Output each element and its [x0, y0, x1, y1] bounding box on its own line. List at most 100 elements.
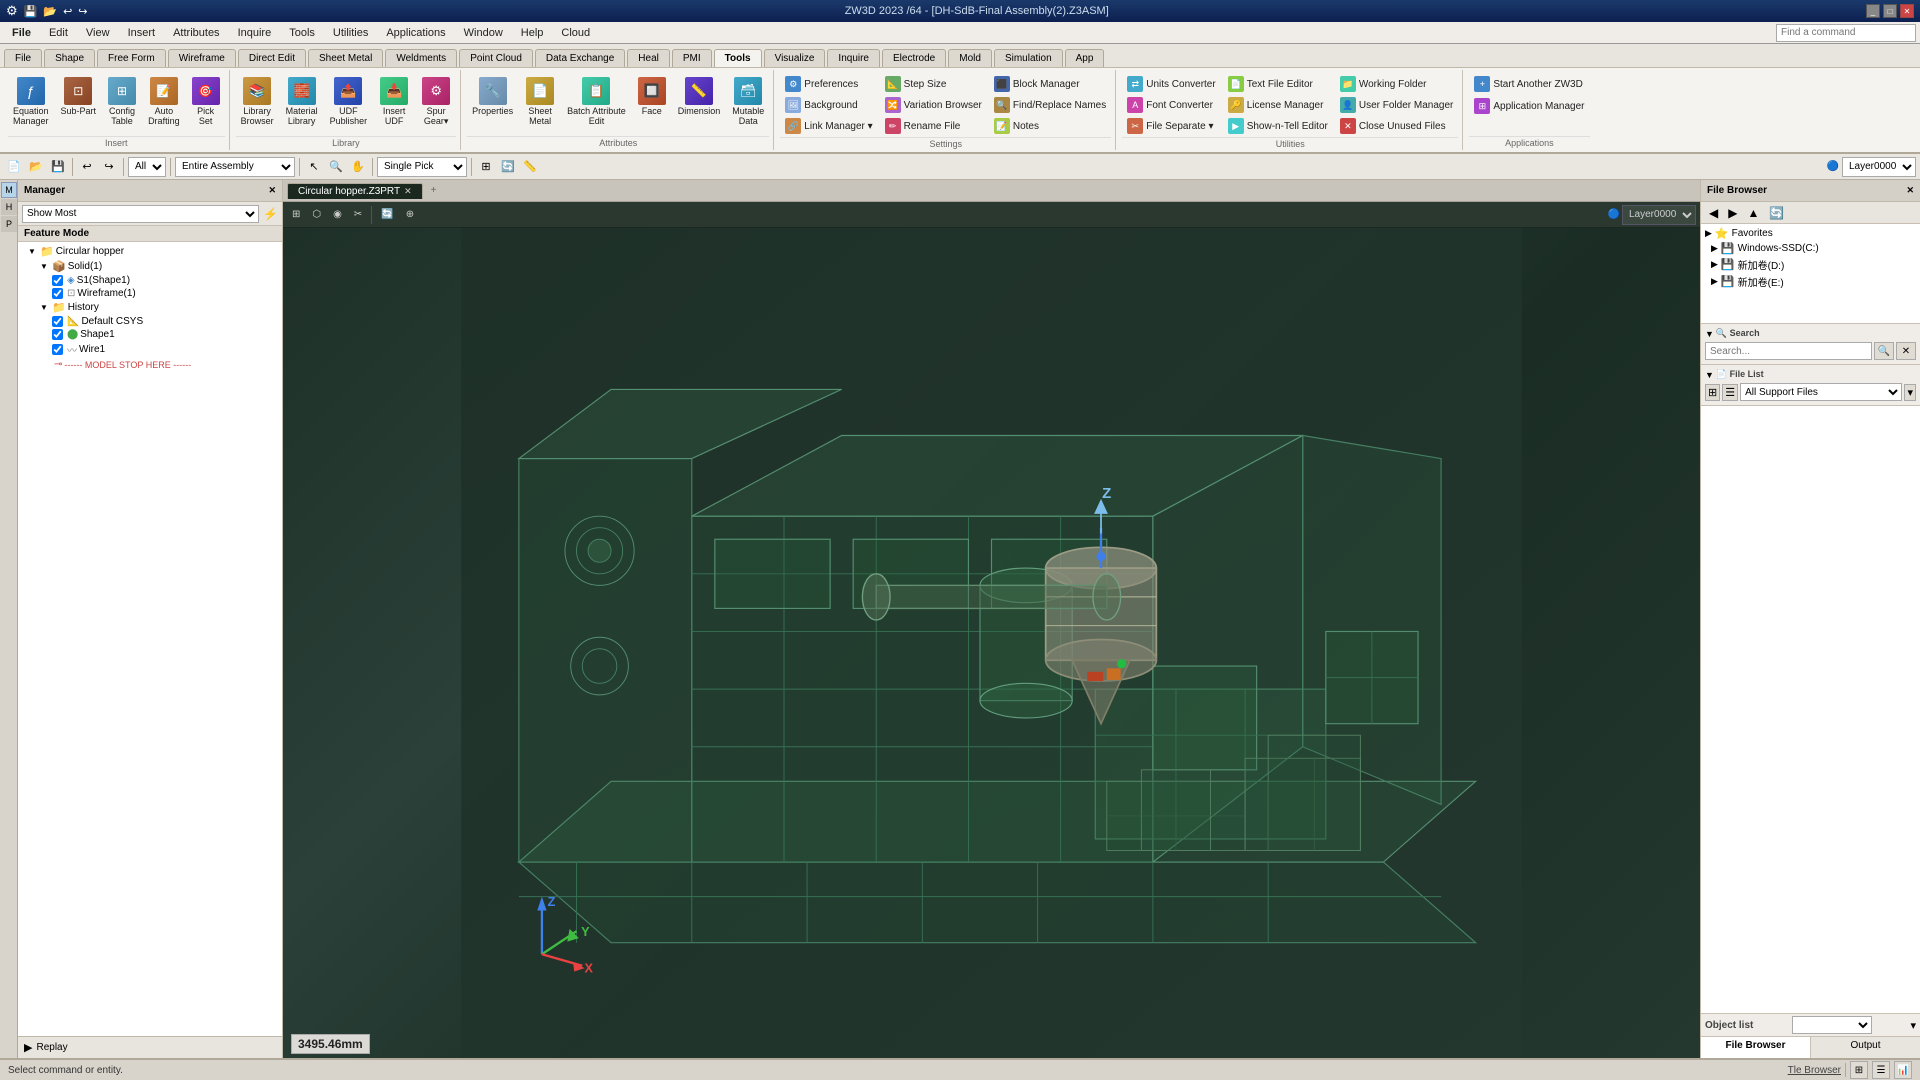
menu-attributes[interactable]: Attributes: [165, 25, 227, 41]
tab-output[interactable]: Output: [1811, 1037, 1920, 1058]
menu-applications[interactable]: Applications: [378, 25, 453, 41]
vp-tab-circular-hopper[interactable]: Circular hopper.Z3PRT ✕: [287, 183, 423, 199]
link-manager-btn[interactable]: 🔗 Link Manager ▾: [780, 116, 877, 136]
file-list-detail-icon[interactable]: ☰: [1722, 384, 1738, 401]
status-table-btn[interactable]: ☰: [1872, 1061, 1890, 1079]
scope-select[interactable]: Entire Assembly: [175, 157, 295, 177]
pick-select[interactable]: Single Pick: [377, 157, 467, 177]
vp-view-front[interactable]: ⊞: [287, 207, 305, 222]
sub-part-btn[interactable]: ⊡ Sub-Part: [56, 74, 102, 120]
text-file-editor-btn[interactable]: 📄 Text File Editor: [1223, 74, 1333, 94]
tb-grid[interactable]: ⊞: [476, 157, 496, 177]
auto-drafting-btn[interactable]: 📝 AutoDrafting: [143, 74, 185, 130]
sheet-metal-btn[interactable]: 📄 SheetMetal: [520, 74, 560, 130]
menu-utilities[interactable]: Utilities: [325, 25, 376, 41]
tree-item-csys[interactable]: 📐 Default CSYS: [20, 315, 280, 328]
checkbox-wireframe[interactable]: [52, 288, 63, 299]
file-list-grid-icon[interactable]: ⊞: [1705, 384, 1720, 401]
preferences-btn[interactable]: ⚙ Preferences: [780, 74, 877, 94]
license-manager-btn[interactable]: 🔑 License Manager: [1223, 95, 1333, 115]
tab-mold[interactable]: Mold: [948, 49, 992, 67]
history-icon[interactable]: H: [1, 199, 17, 215]
tb-rotate[interactable]: 🔄: [498, 157, 518, 177]
tb-redo[interactable]: ↪: [99, 157, 119, 177]
menu-insert[interactable]: Insert: [120, 25, 164, 41]
tab-inquire[interactable]: Inquire: [827, 49, 880, 67]
manager-tab-icon[interactable]: M: [1, 182, 17, 198]
tree-item-shape1[interactable]: ◈ S1(Shape1): [20, 274, 280, 287]
checkbox-csys[interactable]: [52, 316, 63, 327]
rename-file-btn[interactable]: ✏ Rename File: [880, 116, 987, 136]
vp-tab-plus[interactable]: +: [424, 182, 444, 199]
tb-select-icon[interactable]: ↖: [304, 157, 324, 177]
panel-close-icon[interactable]: ✕: [268, 185, 276, 196]
tree-item-wireframe[interactable]: ⊡ Wireframe(1): [20, 287, 280, 300]
tab-file-browser[interactable]: File Browser: [1701, 1037, 1811, 1058]
search-go-btn[interactable]: 🔍: [1874, 342, 1894, 360]
vp-wireframe[interactable]: ⬡: [307, 207, 326, 222]
vp-tab-close-icon[interactable]: ✕: [404, 186, 412, 197]
block-manager-btn[interactable]: ⬛ Block Manager: [989, 74, 1111, 94]
viewport-3d[interactable]: Z Y X Z 3495.46mm: [283, 228, 1700, 1058]
udf-publisher-btn[interactable]: 📤 UDFPublisher: [325, 74, 373, 130]
search-clear-btn[interactable]: ✕: [1896, 342, 1916, 360]
application-manager-btn[interactable]: ⊞ Application Manager: [1469, 96, 1589, 116]
tab-pmi[interactable]: PMI: [672, 49, 712, 67]
fb-refresh-btn[interactable]: 🔄: [1765, 204, 1788, 222]
font-converter-btn[interactable]: A Font Converter: [1122, 95, 1220, 115]
tab-data-exchange[interactable]: Data Exchange: [535, 49, 625, 67]
vp-shade[interactable]: ◉: [328, 207, 347, 222]
tree-item-wire1[interactable]: 〰 Wire1: [20, 341, 280, 358]
command-search[interactable]: [1776, 24, 1916, 42]
tab-shape[interactable]: Shape: [44, 49, 95, 67]
background-btn[interactable]: 🖼 Background: [780, 95, 877, 115]
dimension-btn[interactable]: 📏 Dimension: [673, 74, 726, 120]
find-replace-btn[interactable]: 🔍 Find/Replace Names: [989, 95, 1111, 115]
config-table-btn[interactable]: ⊞ ConfigTable: [103, 74, 141, 130]
tab-file[interactable]: File: [4, 49, 42, 67]
insert-udf-btn[interactable]: 📥 InsertUDF: [374, 74, 414, 130]
fb-up-btn[interactable]: ▲: [1743, 204, 1763, 222]
object-list-select[interactable]: [1792, 1016, 1872, 1034]
tab-point-cloud[interactable]: Point Cloud: [459, 49, 533, 67]
equation-manager-btn[interactable]: ƒ EquationManager: [8, 74, 54, 130]
tab-simulation[interactable]: Simulation: [994, 49, 1063, 67]
spur-gear-btn[interactable]: ⚙ SpurGear▾: [416, 74, 456, 130]
maximize-btn[interactable]: □: [1883, 4, 1897, 18]
tree-item-history[interactable]: ▼ 📁 History: [20, 300, 280, 315]
filter-icon[interactable]: ⚡: [263, 207, 278, 221]
show-n-tell-btn[interactable]: ▶ Show-n-Tell Editor: [1223, 116, 1333, 136]
quick-access-save[interactable]: 💾: [24, 5, 38, 18]
drive-e-item[interactable]: ▶ 💾 新加卷(E:): [1703, 273, 1918, 290]
status-grid-btn[interactable]: ⊞: [1850, 1061, 1868, 1079]
drive-d-item[interactable]: ▶ 💾 新加卷(D:): [1703, 256, 1918, 273]
show-most-select[interactable]: Show Most: [22, 205, 259, 223]
tab-weldments[interactable]: Weldments: [385, 49, 457, 67]
layer-select[interactable]: Layer0000: [1842, 157, 1916, 177]
file-list-expand-icon[interactable]: ▼: [1705, 370, 1714, 380]
menu-cloud[interactable]: Cloud: [553, 25, 598, 41]
right-panel-close-icon[interactable]: ✕: [1906, 185, 1914, 196]
checkbox-shape1[interactable]: [52, 275, 63, 286]
working-folder-btn[interactable]: 📁 Working Folder: [1335, 74, 1458, 94]
tle-browser-label[interactable]: Tle Browser: [1788, 1065, 1841, 1076]
vp-layer-select[interactable]: Layer0000: [1622, 205, 1696, 225]
vp-zoom-all[interactable]: ⊕: [401, 207, 419, 222]
tb-save[interactable]: 💾: [48, 157, 68, 177]
tab-tools[interactable]: Tools: [714, 49, 762, 67]
tab-wireframe[interactable]: Wireframe: [168, 49, 236, 67]
tb-measure[interactable]: 📏: [520, 157, 540, 177]
layer-selector[interactable]: 🔵 Layer0000: [1827, 157, 1916, 177]
user-folder-btn[interactable]: 👤 User Folder Manager: [1335, 95, 1458, 115]
object-list-dropdown[interactable]: ▾: [1910, 1019, 1916, 1032]
notes-btn[interactable]: 📝 Notes: [989, 116, 1111, 136]
menu-edit[interactable]: Edit: [41, 25, 76, 41]
tree-item-solid[interactable]: ▼ 📦 Solid(1): [20, 259, 280, 274]
batch-attribute-btn[interactable]: 📋 Batch AttributeEdit: [562, 74, 631, 130]
toggle-solid[interactable]: ▼: [38, 261, 50, 273]
checkbox-shape1-hist[interactable]: [52, 329, 63, 340]
tb-zoom[interactable]: 🔍: [326, 157, 346, 177]
minimize-btn[interactable]: _: [1866, 4, 1880, 18]
close-btn[interactable]: ✕: [1900, 4, 1914, 18]
material-library-btn[interactable]: 🧱 MaterialLibrary: [281, 74, 323, 130]
